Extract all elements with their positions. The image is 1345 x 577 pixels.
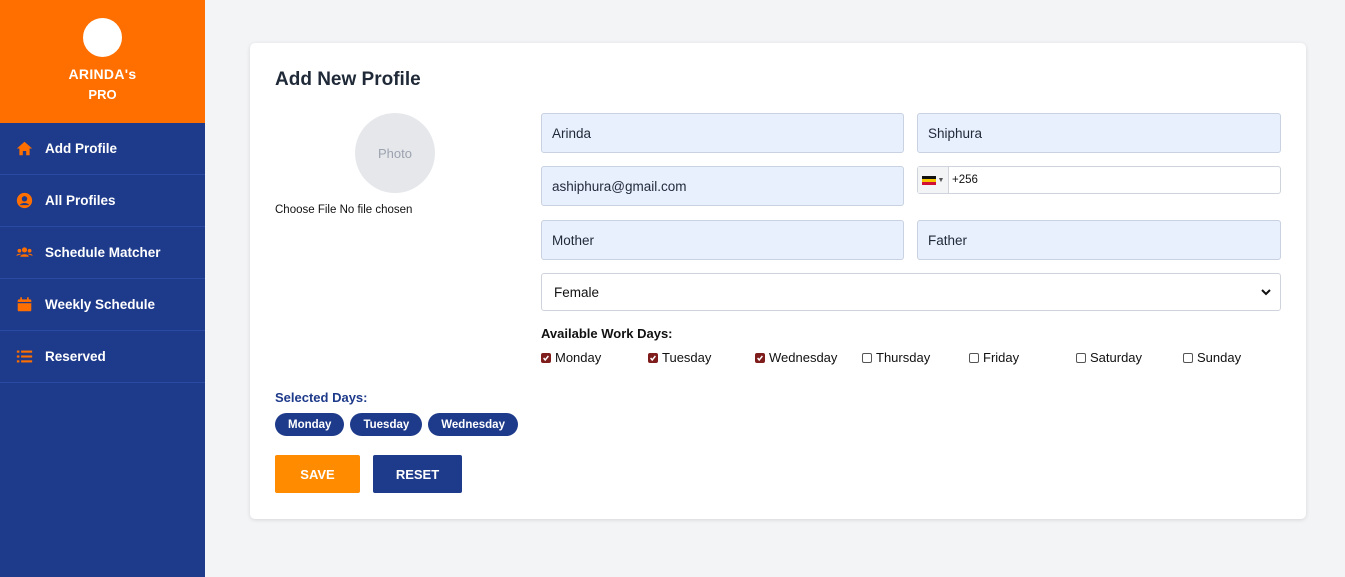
first-name-field[interactable]: Arinda xyxy=(541,113,904,153)
sidebar-item-add-profile[interactable]: Add Profile xyxy=(0,123,205,175)
users-icon xyxy=(16,244,33,261)
day-chip-tuesday: Tuesday xyxy=(350,413,423,436)
file-status: No file chosen xyxy=(339,204,413,216)
day-label: Saturday xyxy=(1090,350,1143,365)
day-checkbox-saturday[interactable]: Saturday xyxy=(1076,350,1142,365)
gender-value: Female xyxy=(554,284,600,300)
day-label: Monday xyxy=(555,350,602,365)
day-label: Thursday xyxy=(876,350,931,365)
page-title: Add New Profile xyxy=(275,69,421,90)
day-checkbox-thursday[interactable]: Thursday xyxy=(862,350,930,365)
day-checkbox-friday[interactable]: Friday xyxy=(969,350,1019,365)
day-checkbox-wednesday[interactable]: Wednesday xyxy=(755,350,837,365)
email-field[interactable]: ashiphura@gmail.com xyxy=(541,166,904,206)
checkbox[interactable] xyxy=(969,352,979,363)
file-input: Choose File No file chosen xyxy=(275,204,412,216)
photo-placeholder: Photo xyxy=(355,113,435,193)
selected-days-chips: Monday Tuesday Wednesday xyxy=(275,413,518,436)
sidebar-item-label: Reserved xyxy=(45,349,106,364)
day-label: Wednesday xyxy=(769,350,838,365)
sidebar-item-label: Weekly Schedule xyxy=(45,297,156,312)
save-button[interactable]: SAVE xyxy=(275,455,360,493)
selected-days-label: Selected Days: xyxy=(275,390,368,405)
choose-file-button[interactable]: Choose File xyxy=(275,204,336,216)
checkbox[interactable] xyxy=(862,352,872,363)
checkbox[interactable] xyxy=(1076,352,1086,363)
uganda-flag-icon xyxy=(921,175,936,185)
photo-label: Photo xyxy=(378,145,412,161)
brand-header: ARINDA's PRO xyxy=(0,0,205,123)
user-circle-icon xyxy=(16,192,33,209)
day-label: Tuesday xyxy=(662,350,712,365)
work-days-label: Available Work Days: xyxy=(541,326,673,341)
chevron-down-icon xyxy=(1261,289,1271,296)
home-icon xyxy=(16,140,33,157)
day-checkbox-sunday[interactable]: Sunday xyxy=(1183,350,1241,365)
day-checkbox-tuesday[interactable]: Tuesday xyxy=(648,350,711,365)
chevron-down-icon: ▼ xyxy=(937,176,945,184)
day-chip-monday: Monday xyxy=(275,413,345,436)
mother-field[interactable]: Mother xyxy=(541,220,904,260)
list-icon xyxy=(16,348,33,365)
sidebar: ARINDA's PRO Add Profile All Profiles Sc… xyxy=(0,0,205,577)
reset-button[interactable]: RESET xyxy=(373,455,462,493)
calendar-icon xyxy=(16,296,33,313)
gender-select[interactable]: Female xyxy=(541,273,1281,311)
sidebar-item-reserved[interactable]: Reserved xyxy=(0,331,205,383)
work-days-group: Monday Tuesday Wednesday Thursday Friday… xyxy=(541,350,1286,368)
checkbox[interactable] xyxy=(1183,352,1193,363)
sidebar-item-label: Add Profile xyxy=(45,141,118,156)
checkbox[interactable] xyxy=(648,352,658,363)
father-field[interactable]: Father xyxy=(917,220,1281,260)
day-label: Sunday xyxy=(1197,350,1242,365)
country-selector[interactable]: ▼ xyxy=(918,167,949,193)
profile-form-card: Add New Profile Photo Choose File No fil… xyxy=(250,43,1306,519)
checkbox[interactable] xyxy=(541,352,551,363)
phone-field[interactable]: ▼ +256 xyxy=(917,166,1281,194)
last-name-field[interactable]: Shiphura xyxy=(917,113,1281,153)
day-label: Friday xyxy=(983,350,1020,365)
sidebar-item-weekly-schedule[interactable]: Weekly Schedule xyxy=(0,279,205,331)
brand-subtitle: PRO xyxy=(88,87,117,102)
checkbox[interactable] xyxy=(755,352,765,363)
day-checkbox-monday[interactable]: Monday xyxy=(541,350,601,365)
sidebar-item-all-profiles[interactable]: All Profiles xyxy=(0,175,205,227)
sidebar-item-label: All Profiles xyxy=(45,193,116,208)
avatar xyxy=(83,18,122,57)
brand-name: ARINDA's xyxy=(68,66,137,82)
day-chip-wednesday: Wednesday xyxy=(428,413,518,436)
phone-value: +256 xyxy=(952,174,978,186)
sidebar-item-schedule-matcher[interactable]: Schedule Matcher xyxy=(0,227,205,279)
sidebar-item-label: Schedule Matcher xyxy=(45,245,161,260)
